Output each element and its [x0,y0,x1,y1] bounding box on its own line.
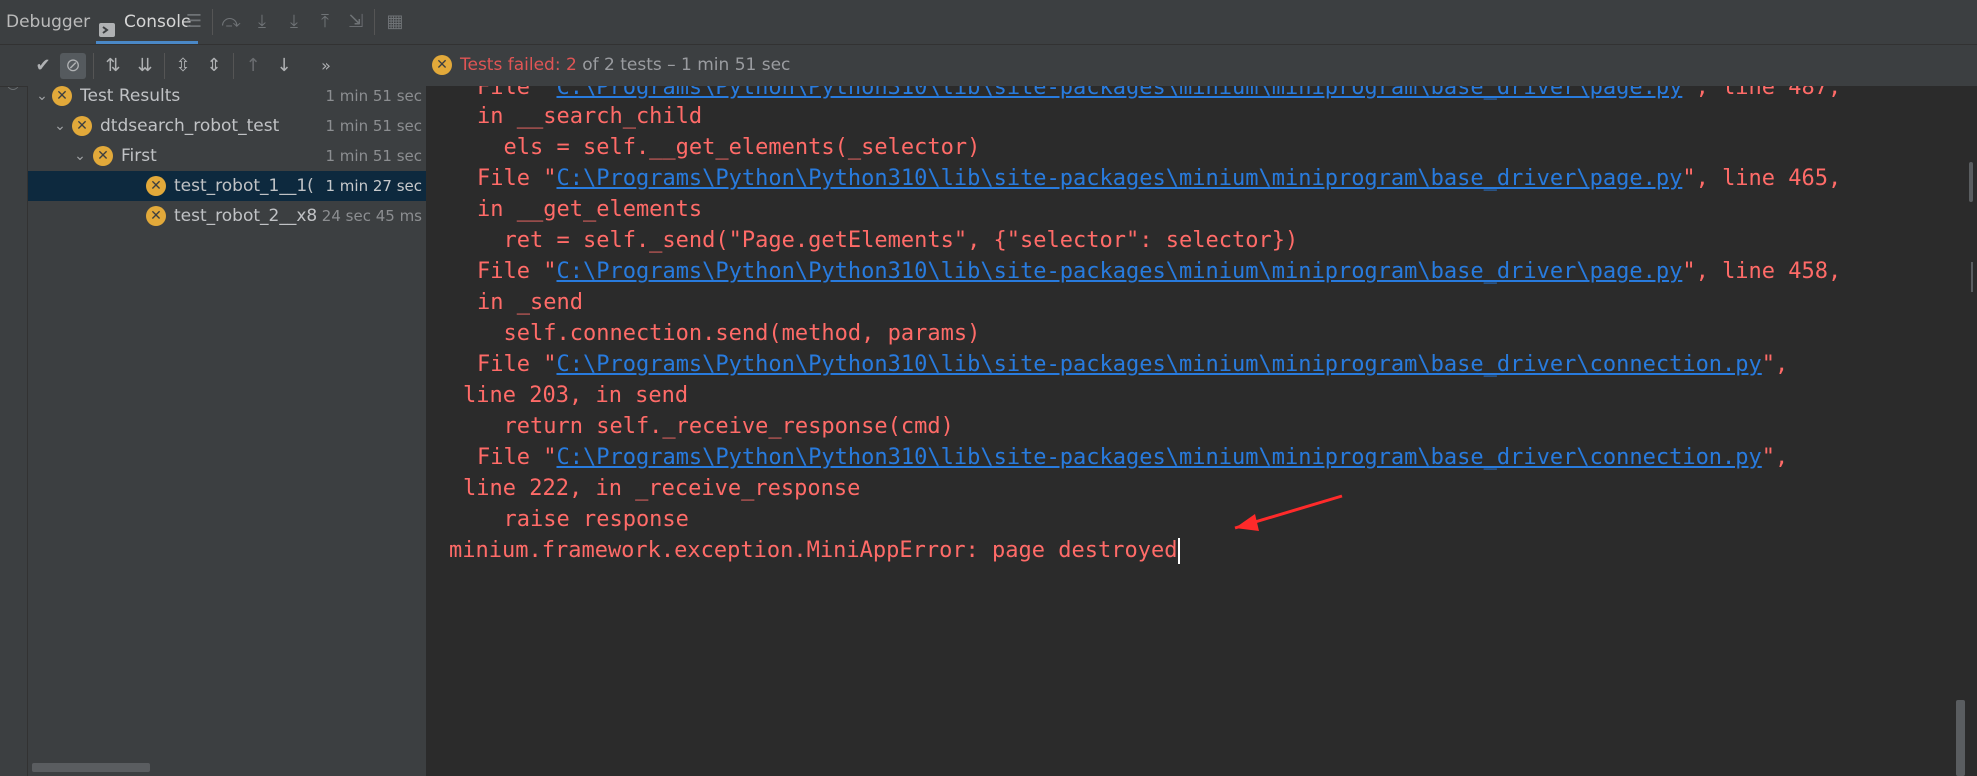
tests-summary: of 2 tests – 1 min 51 sec [576,55,791,75]
show-ignored-icon[interactable]: ⊘ [60,53,86,79]
tree-row-time: 1 min 51 sec [325,147,422,165]
tree-row-test-selected[interactable]: ✕ test_robot_1__1( 1 min 27 sec [28,171,426,201]
annotation-arrow [1234,494,1343,531]
sort-by-duration-icon[interactable]: ⇊ [132,53,158,79]
next-failed-icon[interactable]: ↓ [271,53,297,79]
scroll-marker [1971,262,1973,292]
tree-row-time: 24 sec 45 ms [321,207,422,225]
tree-row-suite[interactable]: ⌄ ✕ dtdsearch_robot_test 1 min 51 sec [28,111,426,141]
menu-lines-icon[interactable]: ☰ [182,10,206,34]
active-tab-indicator [96,41,198,44]
toolbar-separator [233,53,234,79]
collapse-all-icon[interactable]: ⇕ [201,53,227,79]
tree-row-time: 1 min 51 sec [325,117,422,135]
evaluate-table-icon[interactable]: ▦ [383,10,407,34]
tree-row-test-results[interactable]: ⌄ ✕ Test Results 1 min 51 sec [28,81,426,111]
test-results-tree: ⌄ ✕ Test Results 1 min 51 sec ⌄ ✕ dtdsea… [28,86,427,776]
tree-row-class[interactable]: ⌄ ✕ First 1 min 51 sec [28,141,426,171]
tab-debugger-label: Debugger [6,12,91,32]
tool-window-header: Debugger Console ☰ ⤼ ⤓ ⤓ ⤒ ⇲ ▦ [0,0,1977,45]
test-status: ✕ Tests failed: 2 of 2 tests – 1 min 51 s… [432,45,790,86]
step-over-icon[interactable]: ⤼ [219,10,243,34]
tree-row-label: Test Results [80,86,181,106]
horizontal-scrollbar[interactable] [32,763,150,772]
tab-debugger[interactable]: Debugger [6,0,90,44]
tree-row-label: test_robot_1__1( [174,176,314,196]
chevron-down-icon[interactable]: ⌄ [52,111,68,141]
scrollbar-thumb[interactable] [1956,700,1965,776]
failed-icon: ✕ [146,206,166,226]
sort-alphabetically-icon[interactable]: ⇅ [100,53,126,79]
console-output[interactable]: File "C:\Programs\Python\Python310\lib\s… [427,86,1977,776]
tree-row-time: 1 min 27 sec [325,177,422,195]
more-actions-icon[interactable]: » [313,53,339,79]
tests-failed-label: Tests failed: 2 [460,55,577,75]
left-action-strip: ✿ ◷ [0,45,28,776]
failed-icon: ✕ [93,146,113,166]
step-into-icon[interactable]: ⤓ [250,10,274,34]
toolbar-separator [164,53,165,79]
failed-icon: ✕ [146,176,166,196]
previous-failed-icon[interactable]: ↑ [240,53,266,79]
force-step-into-icon[interactable]: ⤓ [282,10,306,34]
show-passed-icon[interactable]: ✔ [30,53,56,79]
chevron-down-icon[interactable]: ⌄ [72,141,88,171]
scroll-marker [1969,162,1973,202]
failed-icon: ✕ [432,55,452,75]
tree-row-time: 1 min 51 sec [325,87,422,105]
vertical-scrollbar[interactable] [1956,86,1977,776]
console-icon [98,12,116,37]
tree-row-label: test_robot_2__x8 [174,206,318,226]
tree-row-label: First [121,146,157,166]
toolbar-separator [93,53,94,79]
run-to-cursor-icon[interactable]: ⇲ [344,10,368,34]
failed-icon: ✕ [52,86,72,106]
toolbar-separator [212,9,213,35]
expand-all-icon[interactable]: ⇳ [170,53,196,79]
chevron-down-icon[interactable]: ⌄ [34,81,50,111]
tree-row-test[interactable]: ✕ test_robot_2__x8 24 sec 45 ms [28,201,426,231]
step-out-icon[interactable]: ⤒ [313,10,337,34]
failed-icon: ✕ [72,116,92,136]
toolbar-separator [374,9,375,35]
tree-row-label: dtdsearch_robot_test [100,116,280,136]
